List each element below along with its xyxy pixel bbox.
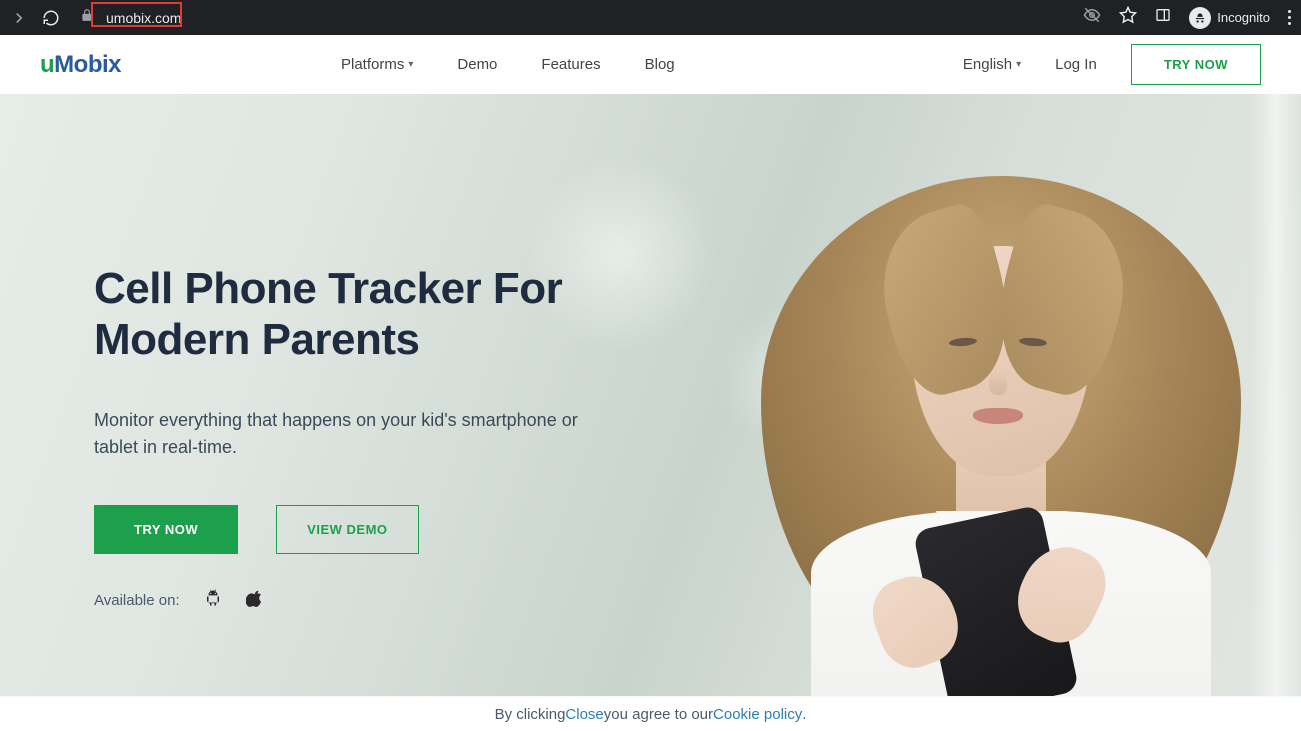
eye-off-icon[interactable] — [1083, 6, 1101, 29]
cookie-close-link[interactable]: Close — [565, 706, 603, 723]
nav-platforms[interactable]: Platforms ▾ — [341, 56, 413, 73]
hero-title-line1: Cell Phone Tracker For — [94, 264, 562, 313]
nav-blog[interactable]: Blog — [645, 56, 675, 73]
cookie-mid: you agree to our — [604, 706, 713, 723]
cookie-suffix: . — [802, 706, 806, 723]
logo-rest: Mobix — [54, 51, 121, 78]
chevron-down-icon: ▾ — [1016, 59, 1021, 70]
nav-demo[interactable]: Demo — [457, 56, 497, 73]
menu-dots-icon[interactable] — [1288, 10, 1291, 25]
url-box[interactable]: umobix.com — [80, 8, 185, 28]
nav-features[interactable]: Features — [541, 56, 600, 73]
main-nav: Platforms ▾ Demo Features Blog — [341, 56, 675, 73]
try-now-hero-button[interactable]: TRY NOW — [94, 505, 238, 554]
browser-address-bar: umobix.com Incognito — [0, 0, 1301, 35]
lock-icon — [80, 8, 94, 27]
view-demo-button[interactable]: VIEW DEMO — [276, 505, 418, 554]
reload-icon[interactable] — [42, 9, 60, 27]
available-on-label: Available on: — [94, 592, 180, 609]
panel-icon[interactable] — [1155, 7, 1171, 28]
apple-icon — [246, 588, 264, 612]
incognito-icon — [1189, 7, 1211, 29]
cookie-prefix: By clicking — [495, 706, 566, 723]
forward-icon[interactable] — [10, 9, 28, 27]
bookmark-star-icon[interactable] — [1119, 6, 1137, 29]
cookie-notice: By clicking Close you agree to our Cooki… — [0, 696, 1301, 731]
hero-subtitle: Monitor everything that happens on your … — [94, 407, 584, 461]
logo[interactable]: uMobix — [40, 51, 121, 79]
chevron-down-icon: ▾ — [408, 59, 413, 70]
try-now-header-button[interactable]: TRY NOW — [1131, 44, 1261, 85]
url-text[interactable]: umobix.com — [102, 8, 185, 28]
incognito-label: Incognito — [1217, 10, 1270, 25]
hero-section: Cell Phone Tracker For Modern Parents Mo… — [0, 94, 1301, 696]
android-icon — [204, 588, 222, 612]
language-label: English — [963, 56, 1012, 73]
hero-title-line2: Modern Parents — [94, 315, 420, 364]
language-selector[interactable]: English ▾ — [963, 56, 1021, 73]
login-link[interactable]: Log In — [1055, 56, 1097, 73]
nav-platforms-label: Platforms — [341, 56, 404, 73]
cookie-policy-link[interactable]: Cookie policy — [713, 706, 802, 723]
logo-u: u — [40, 51, 54, 78]
site-header: uMobix Platforms ▾ Demo Features Blog En… — [0, 35, 1301, 94]
hero-title: Cell Phone Tracker For Modern Parents — [94, 264, 1301, 365]
incognito-indicator[interactable]: Incognito — [1189, 7, 1270, 29]
